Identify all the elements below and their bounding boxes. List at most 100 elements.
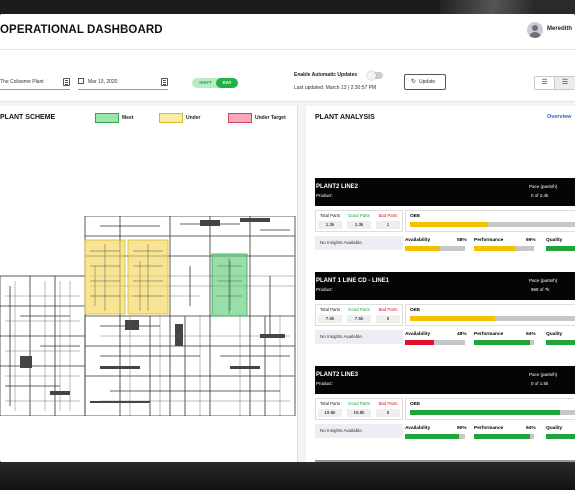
bad-parts: Bad Parts 0 bbox=[376, 307, 400, 323]
avatar[interactable] bbox=[527, 22, 543, 38]
performance-bar bbox=[474, 434, 534, 439]
performance-label: Performance bbox=[474, 332, 504, 337]
legend-meet-label: Meet bbox=[122, 115, 134, 121]
good-parts-value: 1.3k bbox=[347, 221, 371, 229]
update-button[interactable]: ↻ Update bbox=[404, 74, 446, 90]
good-parts-label: Good Parts bbox=[348, 213, 370, 218]
pace-value: 969 of 7k bbox=[531, 287, 550, 292]
quality-label: Quality bbox=[546, 426, 563, 431]
grid-view-icon[interactable]: ☰ bbox=[555, 77, 575, 89]
plant-line-name: PLANT 1 LINE CD - LINE1 bbox=[316, 278, 390, 284]
user-name[interactable]: Meredith bbox=[547, 26, 572, 32]
oee-bar-fill bbox=[410, 410, 560, 415]
good-parts-value: 7.6k bbox=[347, 315, 371, 323]
performance-bar-fill bbox=[474, 434, 531, 439]
bad-parts-value: 1 bbox=[376, 221, 400, 229]
total-parts-value: 1.3k bbox=[318, 221, 342, 229]
oee-bar bbox=[410, 222, 575, 227]
date-picker[interactable]: Mar 13, 2020 bbox=[78, 76, 168, 90]
product-label: Product: bbox=[316, 381, 333, 386]
quality-label: Quality bbox=[546, 238, 563, 243]
availability-bar-fill bbox=[405, 340, 434, 345]
total-parts-label: Total Parts bbox=[319, 213, 341, 218]
pace-value: 0 of 2.4k bbox=[531, 193, 549, 198]
shift-day-toggle[interactable]: SHIFT DAY bbox=[192, 78, 238, 88]
availability-label: Availability bbox=[405, 332, 431, 337]
product-label: Product: bbox=[316, 287, 333, 292]
oee-section: OEE bbox=[405, 304, 575, 326]
oee-section: OEE bbox=[405, 398, 575, 420]
oee-label: OEE bbox=[410, 308, 421, 313]
legend-under-target-label: Under Target bbox=[255, 115, 286, 121]
performance-label: Performance bbox=[474, 426, 504, 431]
oee-section: OEE bbox=[405, 210, 575, 232]
overview-link[interactable]: Overview bbox=[547, 114, 571, 120]
last-updated-text: Last updated: March 13 | 2:30:57 PM bbox=[294, 85, 377, 91]
performance-bar-fill bbox=[474, 340, 531, 345]
good-parts: Good Parts 7.6k bbox=[347, 307, 371, 323]
parts-summary: Total Parts 1.3k Good Parts 1.3k Bad Parts 1 bbox=[315, 210, 403, 232]
date-value: Mar 13, 2020 bbox=[88, 79, 118, 85]
total-parts: Total Parts 1.3k bbox=[318, 213, 342, 229]
plant-card-header: PLANT 1 LINE CD - LINE1 Product: Pace (par… bbox=[315, 272, 575, 300]
plant-scheme-panel: PLANT SCHEME Meet Under Under Target bbox=[0, 106, 298, 462]
version-label: Ver 1 bbox=[122, 26, 135, 32]
plant-select[interactable]: The Coliseme Plant bbox=[0, 76, 70, 90]
list-icon bbox=[63, 78, 70, 86]
performance-bar bbox=[474, 340, 534, 345]
plant-card-header: PLANT2 LINE3 Product: Pace (parts/h) 0 of 1… bbox=[315, 366, 575, 394]
performance-label: Performance bbox=[474, 238, 504, 243]
top-bar: OPERATIONAL DASHBOARD Ver 1 Meredith bbox=[0, 14, 575, 50]
plant-card[interactable]: PLANT 1 LINE CD - LINE1 Product: Pace (par… bbox=[315, 272, 575, 362]
insights-text: No Insights Available. bbox=[315, 330, 403, 344]
quality-bar bbox=[546, 434, 575, 439]
auto-update-switch[interactable] bbox=[367, 71, 383, 80]
availability-percent: 58% bbox=[457, 238, 467, 243]
legend-meet-swatch bbox=[95, 113, 119, 123]
view-toggle[interactable]: ☰ ☰ bbox=[534, 76, 575, 90]
total-parts-value: 19.8k bbox=[318, 409, 342, 417]
legend-under-swatch bbox=[159, 113, 183, 123]
performance-bar-fill bbox=[474, 246, 516, 251]
pace-value: 0 of 1.5k bbox=[531, 381, 549, 386]
quality-bar bbox=[546, 246, 575, 251]
pace-label: Pace (parts/h) bbox=[529, 372, 558, 377]
legend-under-target-swatch bbox=[228, 113, 252, 123]
bad-parts-value: 0 bbox=[376, 315, 400, 323]
auto-update-label: Enable Automatic Updates bbox=[294, 72, 358, 78]
availability-bar-fill bbox=[405, 246, 440, 251]
plant-card[interactable]: PLANT2 LINE3 Product: Pace (parts/h) 0 of 1… bbox=[315, 366, 575, 456]
pace-label: Pace (parts/h) bbox=[529, 184, 558, 189]
availability-label: Availability bbox=[405, 238, 431, 243]
bad-parts: Bad Parts 0 bbox=[376, 401, 400, 417]
performance-percent: 69% bbox=[526, 238, 536, 243]
bezel-glare bbox=[440, 0, 575, 14]
bad-parts-label: Bad Parts bbox=[378, 307, 398, 312]
bad-parts-label: Bad Parts bbox=[378, 213, 398, 218]
availability-bar bbox=[405, 340, 465, 345]
list-icon bbox=[161, 78, 168, 86]
performance-bar bbox=[474, 246, 534, 251]
bad-parts-value: 0 bbox=[376, 409, 400, 417]
oee-bar-fill bbox=[410, 316, 496, 321]
filter-bar: The Coliseme Plant Mar 13, 2020 SHIFT DA… bbox=[0, 50, 575, 102]
plant-analysis-panel: PLANT ANALYSIS Overview PLANT2 LINE2 Prod… bbox=[306, 106, 575, 462]
availability-bar bbox=[405, 434, 465, 439]
good-parts-label: Good Parts bbox=[348, 401, 370, 406]
oee-label: OEE bbox=[410, 402, 421, 407]
quality-bar-fill bbox=[546, 434, 575, 439]
oee-bar bbox=[410, 410, 575, 415]
legend-under-label: Under bbox=[186, 115, 201, 121]
total-parts-label: Total Parts bbox=[319, 307, 341, 312]
refresh-icon: ↻ bbox=[411, 79, 417, 85]
plant-floorplan bbox=[0, 216, 296, 416]
plant-card[interactable]: PLANT2 LINE2 Product: Pace (parts/h) 0 of 2… bbox=[315, 178, 575, 268]
performance-percent: 94% bbox=[526, 332, 536, 337]
total-parts: Total Parts 19.8k bbox=[318, 401, 342, 417]
oee-bar-fill bbox=[410, 222, 489, 227]
dashboard-screen: OPERATIONAL DASHBOARD Ver 1 Meredith The… bbox=[0, 14, 575, 462]
plant-analysis-title: PLANT ANALYSIS bbox=[315, 114, 375, 121]
product-label: Product: bbox=[316, 193, 333, 198]
plant-line-name: PLANT2 LINE3 bbox=[316, 372, 359, 378]
list-view-icon[interactable]: ☰ bbox=[535, 77, 555, 89]
